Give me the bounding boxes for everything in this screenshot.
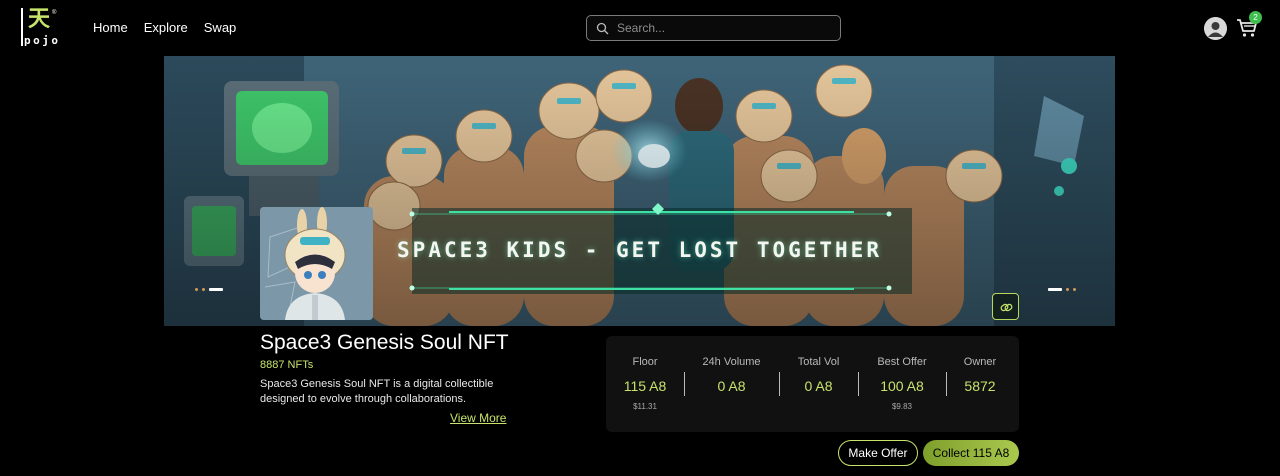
- logo-divider: [21, 8, 23, 46]
- stat-label: Best Offer: [877, 356, 927, 368]
- collection-item-count: 8887 NFTs: [260, 359, 314, 371]
- nav-explore[interactable]: Explore: [144, 20, 188, 35]
- stat-value: 100 A8: [880, 378, 924, 394]
- stat-label: Owner: [963, 356, 997, 368]
- stat-floor: Floor 115 A8 $11.31: [606, 336, 684, 432]
- stat-value: 115 A8: [623, 378, 667, 394]
- carousel-indicator-right[interactable]: [1048, 288, 1076, 291]
- logo-glyph-icon: 天: [28, 7, 51, 32]
- carousel-indicator-left[interactable]: [195, 288, 223, 291]
- top-header: 天 ® pojo Home Explore Swap 2: [0, 0, 1280, 56]
- collection-avatar: [260, 207, 373, 320]
- collection-stats-panel: Floor 115 A8 $11.31 24h Volume 0 A8 Tota…: [606, 336, 1019, 432]
- link-icon: [1000, 303, 1013, 312]
- stat-value: 0 A8: [717, 378, 746, 394]
- view-more-link[interactable]: View More: [450, 411, 506, 425]
- stat-best-offer: Best Offer 100 A8 $9.83: [858, 336, 946, 432]
- carousel-dot-active[interactable]: [209, 288, 223, 291]
- carousel-dot[interactable]: [195, 288, 198, 291]
- copy-link-button[interactable]: [992, 293, 1019, 320]
- collect-button[interactable]: Collect 115 A8: [923, 440, 1019, 466]
- carousel-dot[interactable]: [1066, 288, 1069, 291]
- search-box[interactable]: [586, 15, 841, 41]
- collection-description: Space3 Genesis Soul NFT is a digital col…: [260, 378, 494, 405]
- carousel-dot[interactable]: [1073, 288, 1076, 291]
- stat-label: Total Vol: [797, 356, 840, 368]
- search-input[interactable]: [617, 19, 827, 37]
- nav-home[interactable]: Home: [93, 20, 128, 35]
- stat-value: 0 A8: [804, 378, 833, 394]
- nav-swap[interactable]: Swap: [204, 20, 237, 35]
- main-nav: Home Explore Swap: [93, 20, 236, 35]
- stat-label: Floor: [632, 356, 658, 368]
- stat-total-volume: Total Vol 0 A8: [779, 336, 858, 432]
- carousel-dot-active[interactable]: [1048, 288, 1062, 291]
- stat-usd-value: $11.31: [633, 402, 657, 411]
- search-icon: [596, 22, 609, 35]
- user-icon[interactable]: [1204, 17, 1227, 40]
- stat-value: 5872: [964, 378, 996, 394]
- stat-owner: Owner 5872: [946, 336, 1014, 432]
- cart-count-badge: 2: [1249, 11, 1262, 24]
- carousel-dot[interactable]: [202, 288, 205, 291]
- stat-24h-volume: 24h Volume 0 A8: [684, 336, 779, 432]
- logo-wordmark: pojo: [24, 34, 61, 47]
- stat-usd-value: $9.83: [891, 402, 913, 411]
- stat-label: 24h Volume: [702, 356, 761, 368]
- make-offer-button[interactable]: Make Offer: [838, 440, 918, 466]
- pojo-logo[interactable]: 天 ® pojo: [21, 7, 63, 47]
- collection-name: Space3 Genesis Soul NFT: [260, 331, 509, 354]
- registered-mark-icon: ®: [52, 10, 57, 16]
